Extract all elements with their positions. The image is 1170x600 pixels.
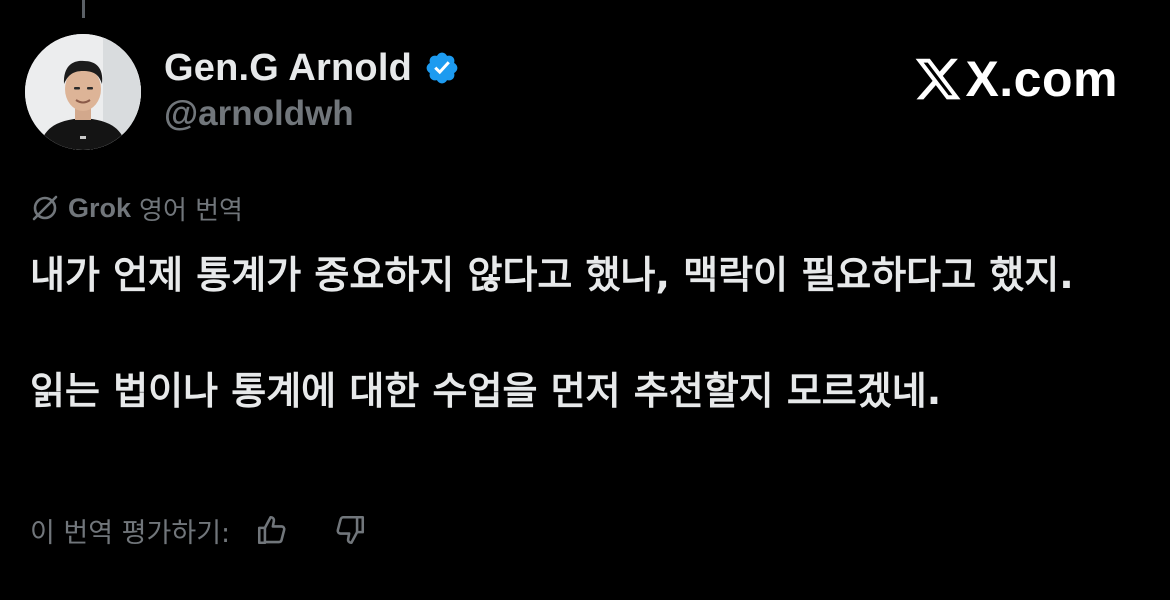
translation-attribution: Grok 영어 번역 [30, 191, 243, 226]
thumbs-up-icon [258, 515, 286, 545]
thumbs-up-button[interactable] [252, 510, 292, 550]
rating-prompt: 이 번역 평가하기: [30, 517, 231, 549]
xcom-watermark-text: X.com [965, 51, 1118, 107]
author-name-row: Gen.G Arnold [164, 44, 460, 92]
thread-connector-line [82, 0, 85, 18]
translation-provider: Grok [68, 192, 132, 223]
tweet-paragraph: 읽는 법이나 통계에 대한 수업을 먼저 추천할지 모르겠네. [30, 369, 942, 413]
tweet-text: 내가 언제 통계가 중요하지 않다고 했나, 맥락이 필요하다고 했지. 읽는 … [30, 246, 1140, 420]
x-logo-icon [916, 58, 961, 100]
verified-badge-icon [426, 52, 458, 84]
thumbs-down-icon [336, 515, 365, 545]
author-handle[interactable]: @arnoldwh [164, 94, 354, 134]
thumbs-down-button[interactable] [330, 510, 370, 550]
xcom-watermark: X.com [913, 54, 1118, 104]
author-display-name[interactable]: Gen.G Arnold [164, 47, 412, 90]
translation-label: 영어 번역 [139, 195, 243, 226]
avatar-photo [25, 34, 141, 150]
tweet-paragraph: 내가 언제 통계가 중요하지 않다고 했나, 맥락이 필요하다고 했지. [30, 253, 1074, 297]
translation-rating: 이 번역 평가하기: [30, 510, 370, 550]
grok-icon [32, 195, 58, 221]
avatar[interactable] [25, 34, 141, 150]
